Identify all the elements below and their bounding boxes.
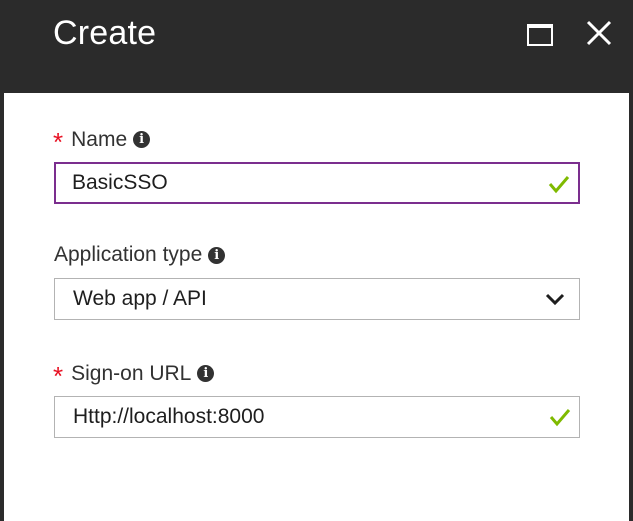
- app-type-label: Application type: [54, 243, 203, 266]
- check-icon: [548, 176, 570, 194]
- signon-url-label-row: * Sign-on URL i: [53, 358, 215, 391]
- create-blade: Create * Name i BasicSSO Application typ…: [4, 0, 629, 521]
- name-input[interactable]: BasicSSO: [54, 162, 580, 204]
- name-label: Name: [71, 127, 128, 151]
- maximize-button[interactable]: [525, 22, 555, 48]
- blade-header: Create: [4, 0, 629, 93]
- close-button[interactable]: [584, 18, 614, 48]
- signon-url-input[interactable]: Http://localhost:8000: [54, 396, 580, 438]
- maximize-icon: [527, 24, 553, 46]
- info-icon[interactable]: i: [208, 246, 226, 264]
- app-type-selected: Web app / API: [73, 287, 207, 310]
- info-icon[interactable]: i: [133, 131, 151, 148]
- signon-url-input-value: Http://localhost:8000: [73, 405, 265, 428]
- close-icon: [586, 20, 612, 46]
- chevron-down-icon: [545, 293, 565, 306]
- app-type-select[interactable]: Web app / API: [54, 278, 580, 320]
- check-icon: [549, 409, 571, 427]
- signon-url-label: Sign-on URL: [71, 361, 192, 385]
- name-label-row: * Name i: [53, 124, 151, 157]
- info-icon[interactable]: i: [197, 365, 215, 382]
- required-mark: *: [53, 361, 64, 391]
- app-type-label-row: Application type i: [54, 243, 226, 267]
- blade-title: Create: [53, 14, 157, 52]
- name-input-value: BasicSSO: [72, 171, 168, 194]
- required-mark: *: [53, 127, 64, 157]
